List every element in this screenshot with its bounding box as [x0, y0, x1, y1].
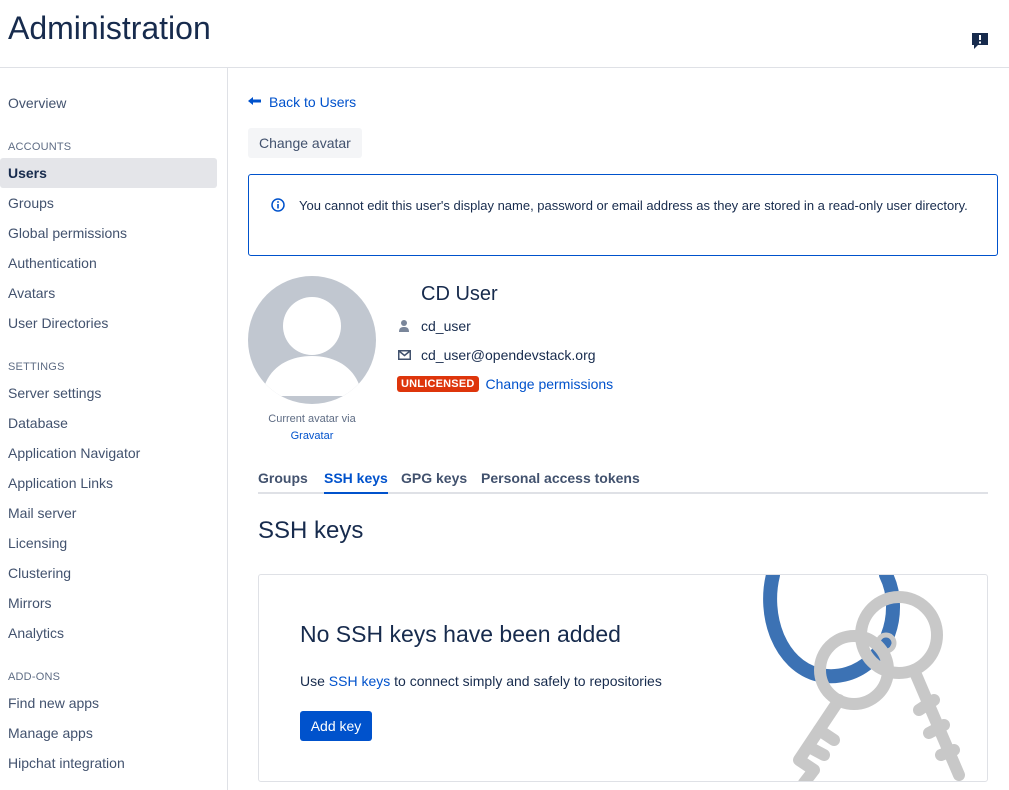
info-message-text: You cannot edit this user's display name… [299, 198, 968, 213]
username-row: cd_user [397, 318, 471, 334]
ssh-keys-heading: SSH keys [258, 517, 364, 544]
sidebar-item-application-navigator[interactable]: Application Navigator [0, 438, 217, 468]
sidebar-item-mail-server[interactable]: Mail server [0, 498, 217, 528]
tab-personal-access-tokens[interactable]: Personal access tokens [481, 470, 640, 494]
main-content: Back to Users Change avatar You cannot e… [228, 68, 1009, 790]
username-text: cd_user [421, 318, 471, 334]
license-row: UNLICENSED Change permissions [397, 376, 613, 392]
ssh-keys-empty-state: No SSH keys have been added Use SSH keys… [258, 574, 988, 782]
back-link-label: Back to Users [269, 94, 357, 110]
envelope-icon [397, 348, 411, 362]
gravatar-link[interactable]: Gravatar [248, 428, 376, 445]
email-text: cd_user@opendevstack.org [421, 347, 596, 363]
sidebar-item-analytics[interactable]: Analytics [0, 618, 217, 648]
sidebar-item-avatars[interactable]: Avatars [0, 278, 217, 308]
back-arrow-icon [248, 97, 261, 105]
sidebar-section-addons: ADD-ONS [8, 671, 61, 683]
admin-sidebar: Overview ACCOUNTS Users Groups Global pe… [0, 68, 228, 790]
sidebar-item-server-settings[interactable]: Server settings [0, 378, 217, 408]
add-key-button[interactable]: Add key [300, 711, 372, 741]
sidebar-section-settings: SETTINGS [8, 361, 65, 373]
page-header: Administration [0, 0, 1009, 68]
empty-desc-prefix: Use [300, 673, 325, 689]
feedback-icon[interactable] [971, 32, 989, 50]
sidebar-item-overview[interactable]: Overview [0, 88, 217, 118]
info-icon [271, 198, 285, 212]
empty-state-title: No SSH keys have been added [300, 621, 621, 647]
sidebar-item-user-directories[interactable]: User Directories [0, 308, 217, 338]
change-permissions-link[interactable]: Change permissions [486, 376, 614, 392]
sidebar-item-groups[interactable]: Groups [0, 188, 217, 218]
info-message: You cannot edit this user's display name… [248, 174, 998, 256]
sidebar-section-accounts: ACCOUNTS [8, 141, 72, 153]
sidebar-item-mirrors[interactable]: Mirrors [0, 588, 217, 618]
change-avatar-button[interactable]: Change avatar [248, 128, 362, 158]
page-title: Administration [8, 10, 211, 46]
sidebar-item-authentication[interactable]: Authentication [0, 248, 217, 278]
avatar-caption: Current avatar via Gravatar [248, 411, 376, 445]
sidebar-item-clustering[interactable]: Clustering [0, 558, 217, 588]
user-display-name: CD User [421, 283, 498, 305]
sidebar-item-users[interactable]: Users [0, 158, 217, 188]
empty-state-description: Use SSH keys to connect simply and safel… [300, 673, 662, 689]
sidebar-item-licensing[interactable]: Licensing [0, 528, 217, 558]
sidebar-item-global-permissions[interactable]: Global permissions [0, 218, 217, 248]
avatar-caption-text: Current avatar via [268, 413, 356, 425]
empty-desc-suffix: to connect simply and safely to reposito… [394, 673, 662, 689]
user-icon [397, 319, 411, 333]
sidebar-item-find-new-apps[interactable]: Find new apps [0, 688, 217, 718]
email-row: cd_user@opendevstack.org [397, 347, 596, 363]
sidebar-item-database[interactable]: Database [0, 408, 217, 438]
unlicensed-badge: UNLICENSED [397, 376, 479, 392]
keys-illustration [763, 575, 965, 781]
tab-groups[interactable]: Groups [258, 470, 308, 494]
back-to-users-link[interactable]: Back to Users [248, 94, 356, 110]
sidebar-item-manage-apps[interactable]: Manage apps [0, 718, 217, 748]
ssh-keys-doc-link[interactable]: SSH keys [329, 673, 390, 689]
user-tabs: Groups SSH keys GPG keys Personal access… [258, 470, 988, 494]
sidebar-item-application-links[interactable]: Application Links [0, 468, 217, 498]
sidebar-item-hipchat-integration[interactable]: Hipchat integration [0, 748, 217, 778]
tab-ssh-keys[interactable]: SSH keys [324, 470, 388, 494]
tab-gpg-keys[interactable]: GPG keys [401, 470, 467, 494]
user-avatar [248, 276, 376, 404]
